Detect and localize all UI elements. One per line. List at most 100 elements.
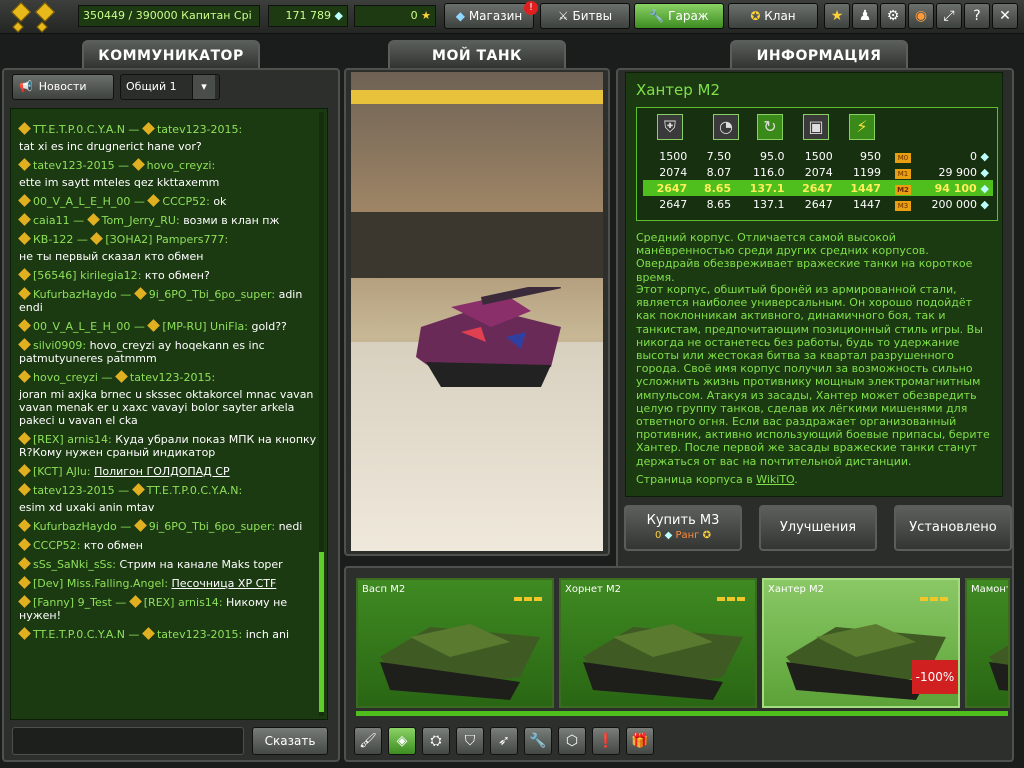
upgrades-button[interactable]: Улучшения — [759, 505, 877, 551]
modification-icon: M2 — [895, 184, 911, 195]
supplies-filter-icon[interactable]: ➶ — [490, 727, 518, 755]
paint-brush-icon[interactable]: 🖌 — [354, 727, 382, 755]
sender-name[interactable]: [Fanny] 9_Test — [33, 596, 112, 609]
item-title: Хантер M2 — [636, 81, 721, 99]
friends-icon[interactable]: ♟ — [852, 3, 878, 29]
chat-message-header: [REX] arnis14: — [18, 432, 112, 446]
sender-name[interactable]: TT.E.T.P.0.C.Y.A.N — [33, 123, 125, 136]
sender-name[interactable]: CCCP52 — [33, 539, 77, 552]
chat-scrollbar[interactable] — [319, 112, 324, 716]
recipient-name[interactable]: [REX] arnis14 — [144, 596, 219, 609]
clan-button[interactable]: ✪ Клан — [728, 3, 818, 29]
chat-message-text: Стрим на канале Maks toper — [119, 558, 283, 571]
my-tank-tab: МОЙ ТАНК — [388, 40, 566, 70]
sender-name[interactable]: hovo_creyzi — [33, 371, 98, 384]
sender-name[interactable]: [Dev] Miss.Falling.Angel — [33, 577, 164, 590]
kits-filter-icon[interactable]: ⬡ — [558, 727, 586, 755]
recipient-name[interactable]: hovo_creyzi — [147, 159, 212, 172]
wiki-line: Страница корпуса в WikiTO. — [636, 473, 994, 486]
recipient-name[interactable]: TT.E.T.P.0.C.Y.A.N — [147, 484, 239, 497]
sender-name[interactable]: tatev123-2015 — [33, 484, 115, 497]
tank-card[interactable]: Мамонт — [965, 578, 1010, 708]
upgrade-level-icon — [514, 586, 546, 601]
tank-card[interactable]: Хорнет M2 — [559, 578, 757, 708]
rank-icon — [18, 338, 31, 351]
settings-gear-icon[interactable]: ⚙ — [880, 3, 906, 29]
chat-message-text: nedi — [278, 520, 303, 533]
channel-value: Общий 1 — [126, 80, 177, 93]
paint-filter-icon[interactable]: ⛉ — [456, 727, 484, 755]
garage-button[interactable]: 🔧 Гараж — [634, 3, 724, 29]
tank-hull-icon — [380, 624, 540, 700]
recipient-name[interactable]: CCCP52 — [162, 195, 206, 208]
chat-scrollbar-thumb[interactable] — [319, 552, 324, 712]
channel-select[interactable]: Общий 1 ▾ — [120, 74, 220, 100]
gift-icon[interactable]: 🎁 — [626, 727, 654, 755]
sender-name[interactable]: tatev123-2015 — [33, 159, 115, 172]
sender-name[interactable]: caia11 — [33, 214, 70, 227]
recipient-name[interactable]: 9i_6PO_Tbi_6po_super — [149, 520, 272, 533]
installed-button[interactable]: Установлено — [894, 505, 1012, 551]
hull-filter-icon[interactable]: ◈ — [388, 727, 416, 755]
sender-name[interactable]: KufurbazHaydo — [33, 520, 117, 533]
sender-name[interactable]: [56546] kirilegia12 — [33, 269, 138, 282]
special-filter-icon[interactable]: ❗ — [592, 727, 620, 755]
sender-name[interactable]: KufurbazHaydo — [33, 288, 117, 301]
tank-preview-viewport[interactable] — [351, 72, 603, 551]
rank-icon — [18, 538, 31, 551]
chat-message-text: esim xd uxaki anin mtav — [19, 501, 155, 514]
chat-input[interactable] — [12, 727, 244, 755]
rank-icon — [18, 464, 31, 477]
tank-card[interactable]: Васп M2 — [356, 578, 554, 708]
rank-insignia-icon — [35, 2, 55, 22]
long-description: Этот корпус, обшитый бронёй из армирован… — [636, 283, 990, 468]
recipient-name[interactable]: [ЗОНА2] Pampers777 — [105, 233, 224, 246]
discount-badge: -100% — [912, 660, 958, 694]
rank-icon — [18, 370, 31, 383]
shop-button[interactable]: ◆ Магазин — [444, 3, 534, 29]
sender-name[interactable]: TT.E.T.P.0.C.Y.A.N — [33, 628, 125, 641]
recipient-name[interactable]: 9i_6PO_Tbi_6po_super — [149, 288, 272, 301]
stat-value: 1447 — [836, 180, 885, 196]
sender-name[interactable]: КВ-122 — [33, 233, 73, 246]
sender-name[interactable]: silvi0909 — [33, 339, 82, 352]
cards-scrollbar[interactable] — [356, 711, 1008, 716]
send-button[interactable]: Сказать — [252, 727, 328, 755]
chat-link[interactable]: Песочница XP CTF — [172, 577, 277, 590]
rank-icon — [18, 287, 31, 300]
sender-name[interactable]: 00_V_A_L_E_H_00 — [33, 320, 130, 333]
wiki-link[interactable]: WikiTO — [756, 473, 794, 486]
news-button[interactable]: 📢 Новости — [12, 74, 114, 100]
chat-message: [Dev] Miss.Falling.Angel: Песочница XP C… — [11, 575, 327, 594]
sender-name[interactable]: 00_V_A_L_E_H_00 — [33, 195, 130, 208]
chat-message-header: hovo_creyzi — tatev123-2015: — [18, 370, 215, 384]
favorites-star-icon[interactable]: ★ — [824, 3, 850, 29]
stat-value: 2074 — [804, 165, 833, 179]
buy-m3-button[interactable]: Купить M3 0 ◆ Ранг ✪ — [624, 505, 742, 551]
rank-icon — [131, 483, 145, 496]
recipient-name[interactable]: [MP-RU] UniFla — [162, 320, 244, 333]
rank-icon — [128, 595, 142, 608]
stat-value: 116.0 — [753, 165, 785, 179]
recipient-name[interactable]: tatev123-2015 — [157, 628, 239, 641]
communicator-tab: КОММУНИКАТОР — [82, 40, 260, 70]
fullscreen-icon[interactable]: ⤢ — [936, 3, 962, 29]
upgrade-filter-icon[interactable]: 🔧 — [524, 727, 552, 755]
turret-filter-icon[interactable]: ⛭ — [422, 727, 450, 755]
battles-button[interactable]: ⚔ Битвы — [540, 3, 630, 29]
sound-icon[interactable]: ◉ — [908, 3, 934, 29]
sender-name[interactable]: [KCT] AJlu — [33, 465, 87, 478]
chat-message: caia11 — Tom_Jerry_RU: возми в клан пж — [11, 212, 327, 231]
tank-hull-icon — [989, 645, 1008, 691]
help-icon[interactable]: ? — [964, 3, 990, 29]
chat-link[interactable]: Полигон ГОЛДОПАД СР — [94, 465, 229, 478]
cards-scrollbar-thumb[interactable] — [356, 711, 1008, 716]
tank-card[interactable]: Хантер M2 -100% — [762, 578, 960, 708]
sender-name[interactable]: [REX] arnis14 — [33, 433, 108, 446]
sender-name[interactable]: sSs_SaNki_sSs — [33, 558, 112, 571]
recipient-name[interactable]: Tom_Jerry_RU — [102, 214, 176, 227]
recipient-name[interactable]: tatev123-2015 — [130, 371, 212, 384]
close-icon[interactable]: ✕ — [992, 3, 1018, 29]
recipient-name[interactable]: tatev123-2015 — [157, 123, 239, 136]
crystals-counter: 171 789 ◆ — [268, 5, 348, 27]
